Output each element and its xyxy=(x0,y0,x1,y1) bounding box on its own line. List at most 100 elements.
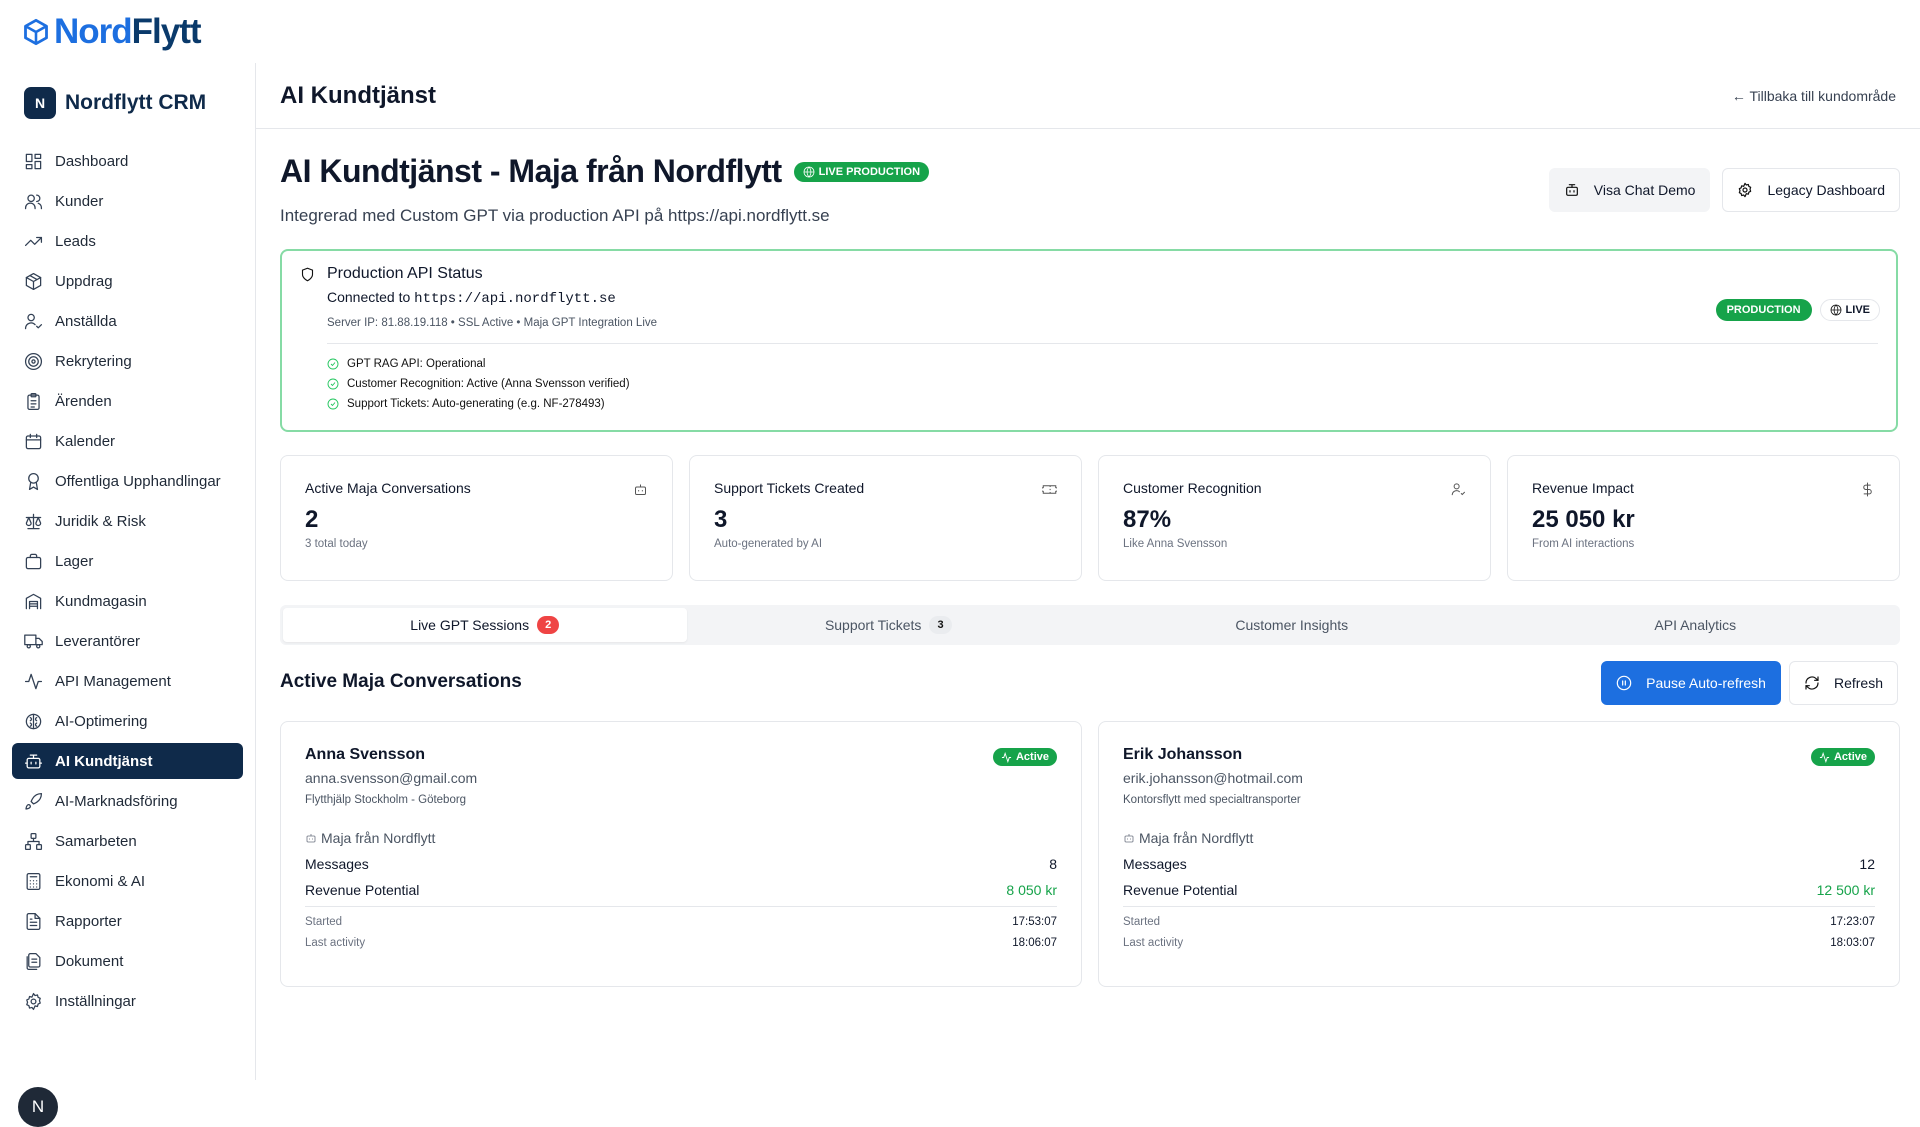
sidebar-item-ai-marknadsforing[interactable]: AI-Marknadsföring xyxy=(12,783,243,819)
kpi-subtext: Like Anna Svensson xyxy=(1123,538,1228,550)
tabs: Live GPT Sessions 2 Support Tickets 3 Cust… xyxy=(280,605,1900,645)
globe-icon xyxy=(803,166,815,177)
sidebar-item-kalender[interactable]: Kalender xyxy=(12,423,243,459)
kpi-cards: Active Maja Conversations 2 3 total toda… xyxy=(280,455,1900,581)
sidebar-item-anstallda[interactable]: Anställda xyxy=(12,303,243,339)
badge-label: LIVE xyxy=(1845,304,1870,316)
status-check-item: Customer Recognition: Active (Anna Svens… xyxy=(327,374,1878,394)
sidebar-item-rapporter[interactable]: Rapporter xyxy=(12,903,243,939)
tab-count-badge: 2 xyxy=(537,616,560,634)
target-icon xyxy=(24,352,43,370)
sidebar-item-label: Anställda xyxy=(55,312,117,330)
started-row: Started 17:23:07 xyxy=(1123,916,1875,928)
tab-count-badge: 3 xyxy=(929,616,952,634)
check-label: Support Tickets: Auto-generating (e.g. N… xyxy=(347,398,605,410)
sidebar-item-ai-kundtjanst[interactable]: AI Kundtjänst xyxy=(12,743,243,779)
sidebar-item-arenden[interactable]: Ärenden xyxy=(12,383,243,419)
check-circle-icon xyxy=(327,398,339,410)
service-type: Flytthjälp Stockholm - Göteborg xyxy=(305,794,467,806)
tab-customer-insights[interactable]: Customer Insights xyxy=(1090,608,1494,642)
sidebar-item-installningar[interactable]: Inställningar xyxy=(12,983,243,1019)
kpi-label: Support Tickets Created xyxy=(714,480,865,496)
sidebar-item-label: Leads xyxy=(55,232,96,250)
sidebar-item-label: Uppdrag xyxy=(55,272,113,290)
kpi-label: Customer Recognition xyxy=(1123,480,1262,496)
kpi-card-tickets: Support Tickets Created 3 Auto-generated… xyxy=(689,455,1082,581)
sidebar-item-label: AI Kundtjänst xyxy=(55,752,153,770)
hero: AI Kundtjänst - Maja från Nordflytt LIVE… xyxy=(280,153,1900,226)
status-label: Active xyxy=(1833,751,1867,763)
sidebar-item-label: Dokument xyxy=(55,952,124,970)
sidebar-item-uppdrag[interactable]: Uppdrag xyxy=(12,263,243,299)
sidebar-item-dashboard[interactable]: Dashboard xyxy=(12,143,243,179)
dashboard-icon xyxy=(25,153,42,169)
sidebar-item-kunder[interactable]: Kunder xyxy=(12,183,243,219)
refresh-button[interactable]: Refresh xyxy=(1788,661,1898,705)
sidebar-item-ai-optimering[interactable]: AI-Optimering xyxy=(12,703,243,739)
sidebar-item-label: Inställningar xyxy=(55,992,136,1010)
shield-icon xyxy=(301,267,314,281)
tab-support-tickets[interactable]: Support Tickets 3 xyxy=(687,608,1091,642)
customer-email: anna.svensson@gmail.com xyxy=(305,770,478,786)
tab-live-gpt-sessions[interactable]: Live GPT Sessions 2 xyxy=(283,608,687,642)
logo[interactable]: NordFlytt xyxy=(54,12,202,52)
sidebar-item-rekrytering[interactable]: Rekrytering xyxy=(12,343,243,379)
row-label: Messages xyxy=(305,856,369,872)
divider xyxy=(305,906,1057,907)
bot-icon xyxy=(306,834,316,843)
brand-name: Nordflytt CRM xyxy=(65,91,207,114)
legacy-dashboard-button[interactable]: Legacy Dashboard xyxy=(1722,168,1900,212)
sidebar-item-leverantorer[interactable]: Leverantörer xyxy=(12,623,243,659)
row-label: Started xyxy=(305,916,343,928)
sidebar-brand[interactable]: N Nordflytt CRM xyxy=(0,63,255,143)
chat-demo-button[interactable]: Visa Chat Demo xyxy=(1548,168,1711,212)
live-production-badge: LIVE PRODUCTION xyxy=(793,161,930,182)
ticket-icon xyxy=(1042,485,1057,494)
pause-auto-refresh-button[interactable]: Pause Auto-refresh xyxy=(1601,661,1781,705)
globe-icon xyxy=(1830,304,1841,316)
bot-icon xyxy=(1565,184,1578,196)
conversation-card[interactable]: Erik Johansson erik.johansson@hotmail.co… xyxy=(1098,721,1900,987)
sidebar-item-ekonomi[interactable]: Ekonomi & AI xyxy=(12,863,243,899)
sidebar-item-kundmagasin[interactable]: Kundmagasin xyxy=(12,583,243,619)
last-activity-row: Last activity 18:06:07 xyxy=(305,937,1057,949)
conversation-card[interactable]: Anna Svensson anna.svensson@gmail.com Fl… xyxy=(280,721,1082,987)
sidebar-item-dokument[interactable]: Dokument xyxy=(12,943,243,979)
tab-api-analytics[interactable]: API Analytics xyxy=(1494,608,1898,642)
row-label: Revenue Potential xyxy=(1123,882,1238,898)
avatar[interactable]: N xyxy=(18,1087,58,1127)
pause-circle-icon xyxy=(1616,675,1632,691)
sidebar-item-samarbeten[interactable]: Samarbeten xyxy=(12,823,243,859)
row-label: Messages xyxy=(1123,856,1187,872)
api-status-card: Production API Status Connected to https… xyxy=(280,249,1898,432)
brand-badge: N xyxy=(24,87,56,119)
sidebar-item-juridik[interactable]: Juridik & Risk xyxy=(12,503,243,539)
kpi-card-revenue: Revenue Impact 25 050 kr From AI interac… xyxy=(1507,455,1900,581)
sidebar-item-upphandlingar[interactable]: Offentliga Upphandlingar xyxy=(12,463,243,499)
messages-count: 8 xyxy=(1049,856,1057,872)
status-check-item: GPT RAG API: Operational xyxy=(327,354,1878,374)
warehouse-icon xyxy=(25,593,42,609)
bot-icon xyxy=(24,754,43,768)
back-link[interactable]: ← Tillbaka till kundområde xyxy=(1732,88,1896,104)
connection-prefix: Connected to xyxy=(327,289,415,305)
clipboard-icon xyxy=(27,392,40,410)
kpi-value: 2 xyxy=(305,506,319,533)
messages-row: Messages 12 xyxy=(1123,856,1875,872)
kpi-value: 25 050 kr xyxy=(1532,506,1635,533)
sidebar-item-lager[interactable]: Lager xyxy=(12,543,243,579)
status-label: Active xyxy=(1015,751,1049,763)
users-icon xyxy=(24,194,43,209)
kpi-card-recognition: Customer Recognition 87% Like Anna Svens… xyxy=(1098,455,1491,581)
tab-label: Support Tickets xyxy=(824,617,922,633)
sidebar-item-label: Offentliga Upphandlingar xyxy=(55,472,221,490)
sidebar-item-leads[interactable]: Leads xyxy=(12,223,243,259)
sidebar-nav: Dashboard Kunder Leads Uppdrag Anställda… xyxy=(0,143,255,1019)
messages-count: 12 xyxy=(1859,856,1875,872)
user-check-icon xyxy=(24,313,43,329)
customer-name: Anna Svensson xyxy=(305,746,426,763)
sidebar-item-label: Kunder xyxy=(55,192,104,210)
customer-email: erik.johansson@hotmail.com xyxy=(1123,770,1303,786)
sidebar-item-api-management[interactable]: API Management xyxy=(12,663,243,699)
documents-icon xyxy=(26,952,41,970)
